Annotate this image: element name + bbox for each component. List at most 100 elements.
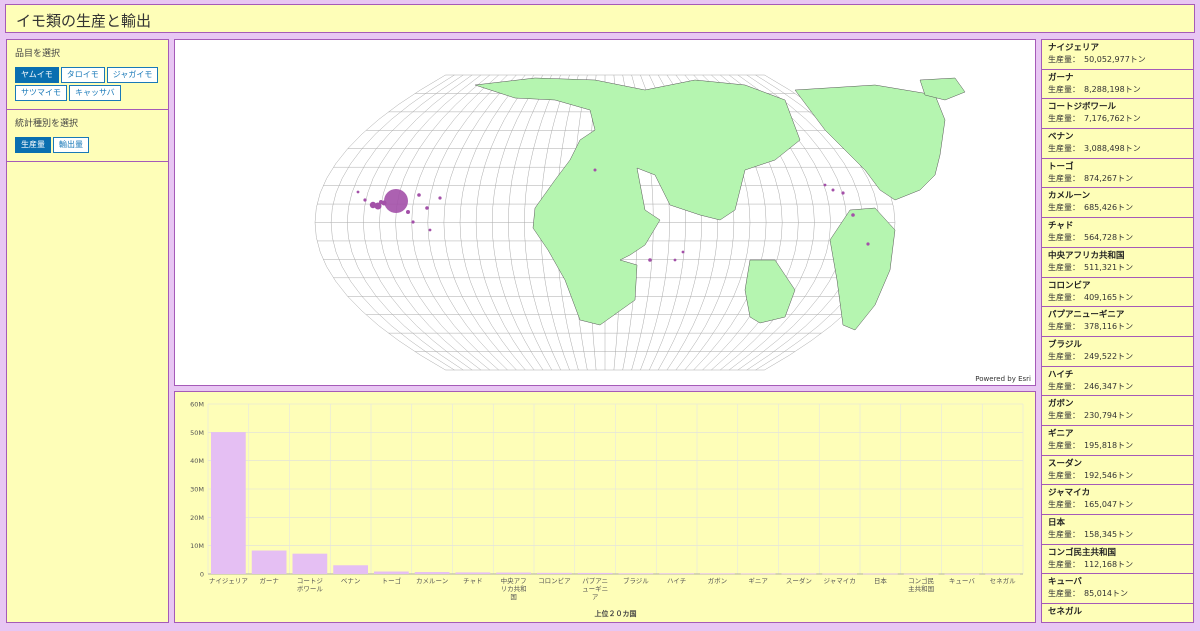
ranking-item[interactable]: セネガル <box>1042 604 1193 622</box>
x-tick-label-line: コロンビア <box>538 576 571 585</box>
x-tick-label: 日本 <box>874 576 888 585</box>
ranking-country-name: ナイジェリア <box>1048 43 1100 53</box>
ranking-value-text: 85,014トン <box>1084 589 1128 599</box>
symbol-pacific-2 <box>681 250 685 254</box>
ranking-item[interactable]: トーゴ 生産量： 874,267トン <box>1042 159 1193 189</box>
ranking-item[interactable]: カメルーン 生産量： 685,426トン <box>1042 188 1193 219</box>
item-selector: 品目を選択 ヤムイモ タロイモ ジャガイモ サツマイモ キャッサバ <box>7 40 168 110</box>
item-button-taro[interactable]: タロイモ <box>60 67 105 83</box>
ranking-country-name: ガーナ <box>1048 72 1074 83</box>
bar[interactable] <box>292 553 328 574</box>
ranking-value-label: 生産量： <box>1048 114 1080 124</box>
ranking-item[interactable]: キューバ 生産量： 85,014トン <box>1042 574 1193 605</box>
item-button-cassava[interactable]: キャッサバ <box>69 85 121 101</box>
x-tick-label: ギニア <box>748 577 768 585</box>
bar[interactable] <box>985 573 1020 575</box>
world-map[interactable]: Powered by Esri <box>174 39 1036 386</box>
symbol-guinea <box>363 198 367 202</box>
ranking-value-label: 生産量： <box>1048 262 1080 272</box>
bar[interactable] <box>414 572 450 574</box>
bar[interactable] <box>577 572 613 574</box>
x-tick-label-line: ハイチ <box>667 577 686 585</box>
bar[interactable] <box>944 573 980 575</box>
item-button-potato[interactable]: ジャガイモ <box>106 67 159 83</box>
bar[interactable] <box>537 572 572 574</box>
bar[interactable] <box>781 573 817 575</box>
ranking-value-label: 生産量： <box>1048 144 1080 154</box>
ranking-item[interactable]: 日本 生産量： 158,345トン <box>1042 515 1193 545</box>
ranking-value-text: 50,052,977トン <box>1084 55 1146 64</box>
x-tick-label: ガーナ <box>259 576 279 585</box>
ranking-item[interactable]: ガボン 生産量： 230,794トン <box>1042 396 1193 426</box>
ranking-item[interactable]: コロンビア 生産量： 409,165トン <box>1042 278 1193 308</box>
ranking-production-value: 生産量： 85,014トン <box>1048 588 1187 600</box>
ranking-value-label: 生産量： <box>1048 411 1080 421</box>
ranking-value-text: 3,088,498トン <box>1084 144 1141 154</box>
ranking-item[interactable]: ジャマイカ 生産量： 165,047トン <box>1042 485 1193 515</box>
x-tick-label: ガボン <box>708 576 728 585</box>
page-title: イモ類の生産と輸出 <box>16 12 152 30</box>
ranking-item[interactable]: ブラジル 生産量： 249,522トン <box>1042 337 1193 367</box>
x-tick-label-line: 中央アフ <box>501 576 527 585</box>
item-button-sweet-potato[interactable]: サツマイモ <box>15 85 67 101</box>
ranking-value-text: 564,728トン <box>1084 233 1134 243</box>
symbol-drc <box>428 228 432 232</box>
ranking-item[interactable]: スーダン 生産量： 192,546トン <box>1042 456 1193 486</box>
ranking-country-name: キューバ <box>1048 577 1082 588</box>
ranking-production-value: 生産量： 195,818トン <box>1048 440 1187 452</box>
ranking-item[interactable]: ガーナ 生産量： 8,288,198トン <box>1042 70 1193 100</box>
bar[interactable] <box>740 573 776 575</box>
ranking-item[interactable]: コンゴ民主共和国 生産量： 112,168トン <box>1042 545 1193 575</box>
bar[interactable] <box>822 573 857 575</box>
stat-selector-label: 統計種別を選択 <box>15 119 79 129</box>
symbol-cuba <box>823 183 827 187</box>
ranking-country-name: コロンビア <box>1048 280 1091 291</box>
ranking-item[interactable]: ギニア 生産量： 195,818トン <box>1042 426 1193 456</box>
ranking-item[interactable]: チャド 生産量： 564,728トン <box>1042 218 1193 248</box>
x-tick-label-line: チャド <box>463 577 482 585</box>
ranking-value-label: 生産量： <box>1048 203 1080 213</box>
x-tick-label-line: 主共和国 <box>908 584 934 593</box>
item-button-yam[interactable]: ヤムイモ <box>15 67 59 83</box>
ranking-value-text: 192,546トン <box>1084 470 1134 480</box>
x-tick-label: スーダン <box>786 576 812 585</box>
x-tick-label: ナイジェリア <box>209 577 249 585</box>
stat-button-export[interactable]: 輸出量 <box>53 137 89 153</box>
bar[interactable] <box>455 572 491 574</box>
x-tick-label-line: スーダン <box>786 576 812 585</box>
ranking-item[interactable]: コートジボワール 生産量： 7,176,762トン <box>1042 99 1193 130</box>
x-tick-label: ジャマイカ <box>824 577 856 585</box>
bar[interactable] <box>618 573 654 575</box>
ranking-value-text: 8,288,198トン <box>1084 84 1141 94</box>
bar[interactable] <box>333 565 368 574</box>
ranking-item[interactable]: ベナン 生産量： 3,088,498トン <box>1042 129 1193 159</box>
bar[interactable] <box>659 573 694 575</box>
x-tick-label: ベナン <box>341 577 361 585</box>
ranking-country-name: コートジボワール <box>1048 102 1117 113</box>
map-canvas[interactable] <box>175 40 1035 385</box>
ranking-country-name: ギニア <box>1048 428 1074 439</box>
bar[interactable] <box>374 571 409 574</box>
bar[interactable] <box>700 573 735 575</box>
symbol-colombia <box>851 213 855 217</box>
ranking-item[interactable]: ハイチ 生産量： 246,347トン <box>1042 367 1193 397</box>
symbol-senegal <box>356 190 360 194</box>
x-tick-label-line: パプアニ <box>582 577 608 585</box>
bar[interactable] <box>496 572 531 574</box>
symbol-car <box>425 206 429 210</box>
ranking-value-label: 生産量： <box>1048 233 1080 243</box>
ranking-item[interactable]: 中央アフリカ共和国 生産量： 511,321トン <box>1042 248 1193 278</box>
stat-button-production[interactable]: 生産量 <box>15 137 51 153</box>
bar[interactable] <box>903 573 939 575</box>
bar[interactable] <box>211 432 246 574</box>
x-tick-label-line: セネガル <box>990 576 1017 585</box>
y-tick-label: 10M <box>190 542 204 550</box>
ranking-item[interactable]: ナイジェリア 生産量： 50,052,977トン <box>1042 40 1193 70</box>
ranking-item[interactable]: パプアニューギニア 生産量： 378,116トン <box>1042 307 1193 337</box>
bar[interactable] <box>251 550 287 574</box>
ranking-production-value: 生産量： 192,546トン <box>1048 470 1187 482</box>
symbol-sudan <box>438 196 442 200</box>
x-tick-label: カメルーン <box>416 577 448 585</box>
ranking-production-value: 生産量： 249,522トン <box>1048 351 1187 363</box>
bar[interactable] <box>863 573 898 575</box>
